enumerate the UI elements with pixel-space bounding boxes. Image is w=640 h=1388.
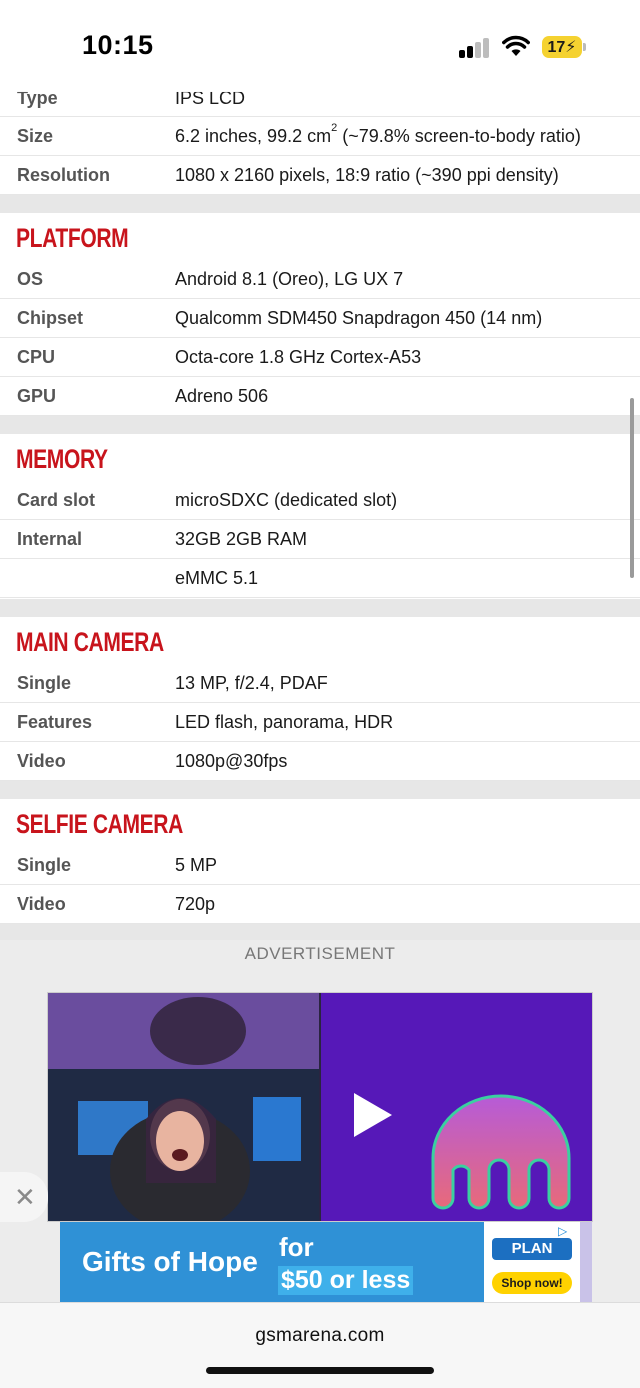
spec-row-internal: Internal 32GB 2GB RAM — [0, 520, 640, 559]
ad-video-player[interactable] — [47, 992, 593, 1222]
browser-address-bar: gsmarena.com — [0, 1302, 640, 1388]
advertisement-label: ADVERTISEMENT — [244, 944, 396, 963]
spec-value: Adreno 506 — [175, 386, 269, 406]
home-indicator[interactable] — [206, 1367, 434, 1374]
spec-label: OS — [17, 269, 44, 289]
spec-value: Android 8.1 (Oreo), LG UX 7 — [175, 269, 404, 289]
spec-row-storage-type: eMMC 5.1 — [0, 559, 640, 598]
spec-row-resolution: Resolution 1080 x 2160 pixels, 18:9 rati… — [0, 156, 640, 195]
spec-value: microSDXC (dedicated slot) — [175, 490, 398, 510]
url-text[interactable]: gsmarena.com — [0, 1325, 640, 1347]
battery-icon: 17⚡ — [542, 36, 586, 58]
spec-row-single: Single 13 MP, f/2.4, PDAF — [0, 664, 640, 703]
status-bar: 10:15 17⚡ — [0, 0, 640, 92]
spec-row-size: Size 6.2 inches, 99.2 cm2 (~79.8% screen… — [0, 117, 640, 156]
spec-label: Video — [17, 894, 66, 914]
shop-now-button[interactable]: Shop now! — [492, 1272, 572, 1294]
plan-logo: PLAN — [492, 1238, 572, 1260]
section-divider — [0, 416, 640, 434]
section-header-selfie-camera: SELFIE CAMERA — [0, 799, 640, 849]
section-header-platform: PLATFORM — [0, 213, 640, 263]
close-icon: ✕ — [14, 1182, 36, 1212]
spec-row-selfie-video: Video 720p — [0, 885, 640, 924]
ad-video-thumbnail — [48, 993, 319, 1221]
close-ad-button[interactable]: ✕ — [0, 1172, 48, 1222]
spec-label: CPU — [17, 347, 56, 367]
section-title: SELFIE CAMERA — [16, 809, 183, 839]
spec-value: 32GB 2GB RAM — [175, 529, 308, 549]
spec-value: 6.2 inches, 99.2 cm2 (~79.8% screen-to-b… — [175, 122, 581, 146]
section-title: MAIN CAMERA — [16, 627, 164, 657]
spec-value: 5 MP — [175, 855, 218, 875]
spec-row-features: Features LED flash, panorama, HDR — [0, 703, 640, 742]
spec-label: Video — [17, 751, 66, 771]
spec-label: Single — [17, 855, 72, 875]
spec-row-card-slot: Card slot microSDXC (dedicated slot) — [0, 481, 640, 520]
spec-row-selfie-single: Single 5 MP — [0, 846, 640, 885]
spec-value: Octa-core 1.8 GHz Cortex-A53 — [175, 347, 422, 367]
spec-row-cpu: CPU Octa-core 1.8 GHz Cortex-A53 — [0, 338, 640, 377]
wifi-icon — [502, 35, 530, 56]
spec-label: Card slot — [17, 490, 96, 510]
spec-row-gpu: GPU Adreno 506 — [0, 377, 640, 416]
spec-label: Single — [17, 673, 72, 693]
spec-value: 1080p@30fps — [175, 751, 288, 771]
section-title: PLATFORM — [16, 223, 129, 253]
spec-label: Size — [17, 126, 54, 146]
scrollbar[interactable] — [630, 398, 634, 578]
spec-row-chipset: Chipset Qualcomm SDM450 Snapdragon 450 (… — [0, 299, 640, 338]
charging-bolt-icon: ⚡ — [565, 39, 577, 56]
status-time: 10:15 — [82, 30, 154, 60]
kraken-logo-icon — [431, 1094, 571, 1210]
spec-value: 1080 x 2160 pixels, 18:9 ratio (~390 ppi… — [175, 165, 559, 185]
section-header-main-camera: MAIN CAMERA — [0, 617, 640, 667]
spec-label: GPU — [17, 386, 57, 406]
section-title: MEMORY — [16, 444, 108, 474]
spec-value: 13 MP, f/2.4, PDAF — [175, 673, 328, 693]
cellular-signal-icon — [459, 38, 491, 58]
spec-label: Resolution — [17, 165, 110, 185]
adchoices-icon[interactable]: ▷ — [558, 1224, 567, 1238]
section-divider — [0, 599, 640, 617]
spec-value: 720p — [175, 894, 216, 914]
spec-label: Features — [17, 712, 93, 732]
spec-row-video: Video 1080p@30fps — [0, 742, 640, 781]
streamer-scene — [48, 993, 319, 1221]
battery-percent: 17⚡ — [547, 39, 577, 56]
banner-for-text: for — [279, 1232, 314, 1262]
spec-value: LED flash, panorama, HDR — [175, 712, 394, 732]
banner-ad[interactable]: Gifts of Hope for $50 or less PLAN Shop … — [60, 1222, 592, 1302]
spec-label: Internal — [17, 529, 83, 549]
play-icon[interactable] — [354, 1093, 392, 1137]
spec-value: Qualcomm SDM450 Snapdragon 450 (14 nm) — [175, 308, 543, 328]
spec-value: eMMC 5.1 — [175, 568, 259, 588]
banner-headline: Gifts of Hope — [82, 1246, 258, 1277]
spec-row-os: OS Android 8.1 (Oreo), LG UX 7 — [0, 260, 640, 299]
section-divider — [0, 781, 640, 799]
section-divider — [0, 195, 640, 213]
banner-price-text: $50 or less — [278, 1266, 414, 1295]
spec-label: Chipset — [17, 308, 84, 328]
section-header-memory: MEMORY — [0, 434, 640, 484]
